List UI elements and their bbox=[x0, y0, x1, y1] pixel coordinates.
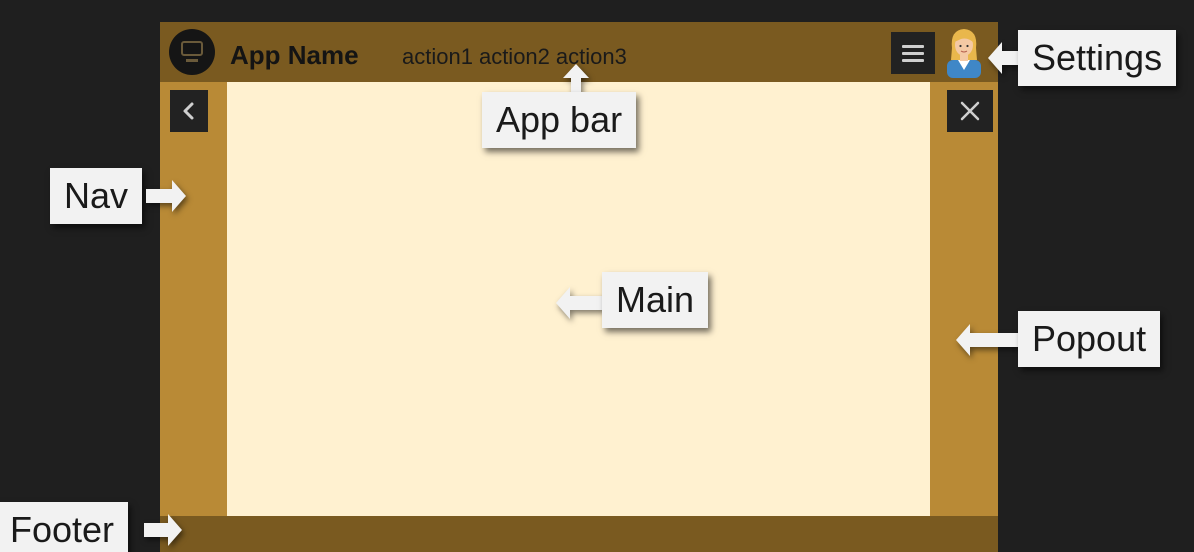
main-arrow bbox=[556, 287, 604, 319]
popout-arrow bbox=[956, 324, 1018, 356]
nav-label: Nav bbox=[50, 168, 143, 224]
monitor-icon bbox=[169, 29, 215, 75]
settings-arrow bbox=[988, 42, 1020, 74]
main-label: Main bbox=[602, 272, 709, 328]
popout-label: Popout bbox=[1018, 311, 1161, 367]
settings-label: Settings bbox=[1018, 30, 1177, 86]
action-2[interactable]: action2 bbox=[479, 44, 550, 69]
nav-arrow bbox=[146, 180, 186, 212]
app-actions: action1 action2 action3 bbox=[402, 44, 633, 70]
action-1[interactable]: action1 bbox=[402, 44, 473, 69]
menu-icon[interactable] bbox=[891, 32, 935, 74]
layout-diagram: App Name action1 action2 action3 Setting… bbox=[0, 0, 1194, 552]
app-name: App Name bbox=[230, 40, 359, 70]
user-avatar-icon[interactable] bbox=[944, 26, 984, 78]
footer-bar bbox=[160, 516, 998, 552]
footer-arrow bbox=[144, 514, 182, 546]
chevron-left-icon[interactable] bbox=[170, 90, 208, 132]
footer-label: Footer bbox=[0, 502, 129, 552]
app-bar-arrow bbox=[563, 64, 589, 94]
close-icon[interactable] bbox=[947, 90, 993, 132]
app-bar-label: App bar bbox=[482, 92, 637, 148]
